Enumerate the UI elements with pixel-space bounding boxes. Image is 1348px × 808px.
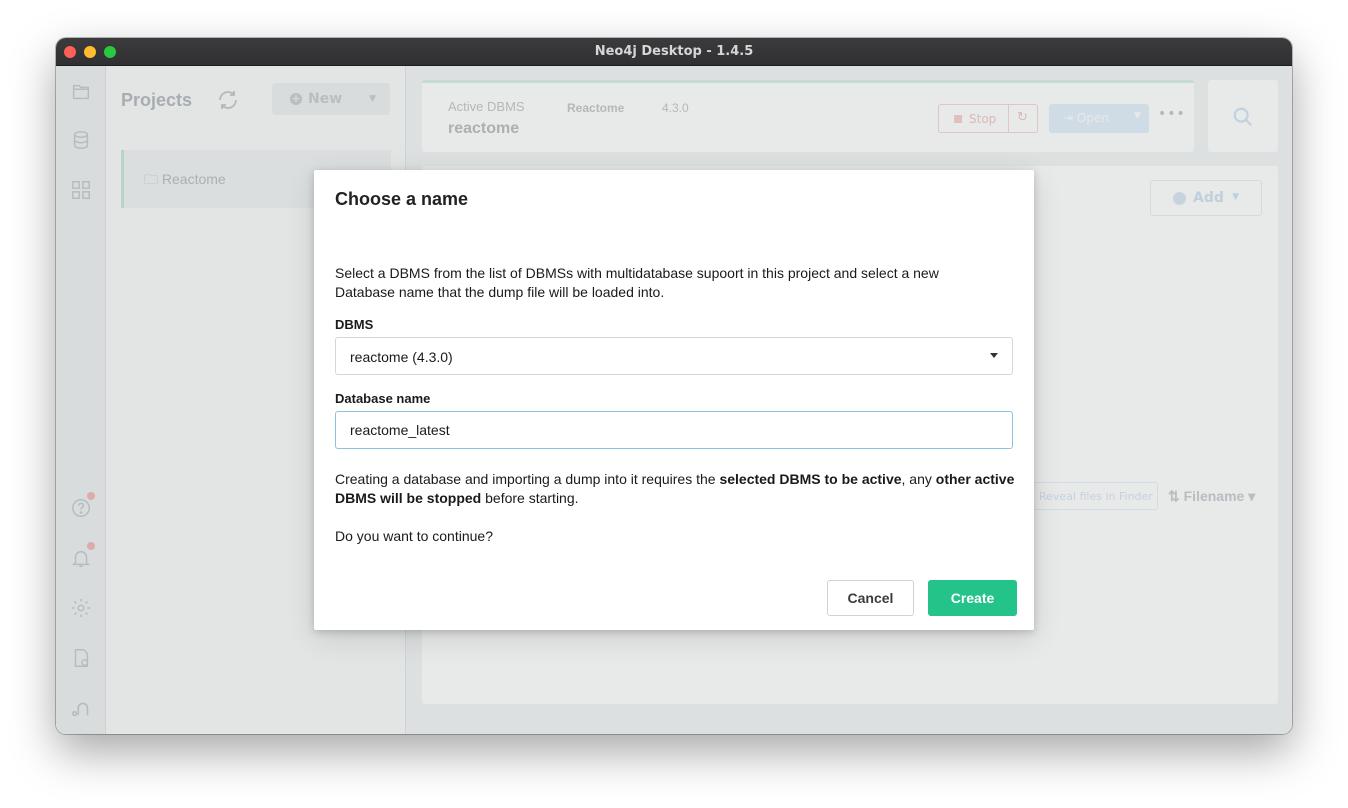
title-bar: Neo4j Desktop - 1.4.5 bbox=[56, 38, 1292, 66]
create-button[interactable]: Create bbox=[928, 580, 1017, 616]
dialog-question: Do you want to continue? bbox=[335, 528, 493, 544]
dbms-select[interactable]: reactome (4.3.0) bbox=[335, 337, 1013, 375]
dialog-warning: Creating a database and importing a dump… bbox=[335, 471, 1015, 506]
window-title: Neo4j Desktop - 1.4.5 bbox=[594, 44, 754, 59]
dialog-title: Choose a name bbox=[335, 189, 469, 209]
database-name-label: Database name bbox=[335, 391, 431, 406]
dbms-selected-value: reactome (4.3.0) bbox=[350, 349, 453, 365]
dbms-label: DBMS bbox=[335, 317, 374, 332]
maximize-window-button[interactable] bbox=[104, 46, 116, 58]
minimize-window-button[interactable] bbox=[84, 46, 96, 58]
dialog-description: Select a DBMS from the list of DBMSs wit… bbox=[335, 265, 939, 300]
close-window-button[interactable] bbox=[64, 46, 76, 58]
cancel-button[interactable]: Cancel bbox=[827, 580, 914, 616]
database-name-input[interactable] bbox=[335, 411, 1013, 449]
chevron-down-icon bbox=[990, 353, 998, 358]
choose-name-dialog: Choose a name Select a DBMS from the lis… bbox=[314, 170, 1034, 630]
